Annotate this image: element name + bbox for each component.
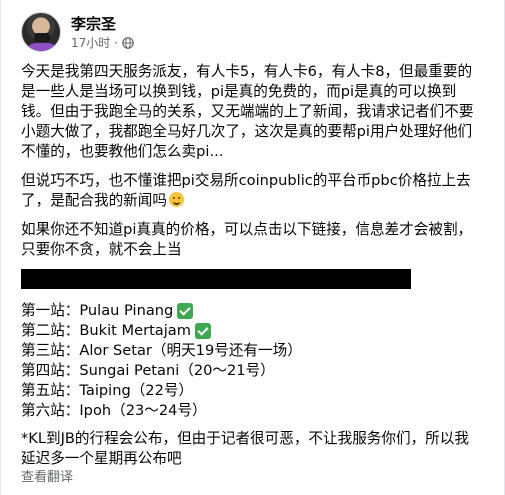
post-subline: 17小时 ·: [71, 35, 134, 51]
post-meta: 李宗圣 17小时 ·: [71, 14, 134, 51]
text-line: 但说巧不巧，也不懂谁把pi交易所coinpublic的平台币pbc价格拉上去: [21, 172, 471, 189]
text-line: 今天是我第四天服务派友，有人卡5，有人卡6，有人卡8，但最重要的: [21, 63, 473, 80]
paragraph-2: 但说巧不巧，也不懂谁把pi交易所coinpublic的平台币pbc价格拉上去 了…: [21, 171, 491, 211]
stop-label: 第三站：Alor Setar（明天19号还有一场）: [21, 342, 302, 359]
check-mark-icon: [194, 323, 211, 339]
stop-item: 第四站：Sungai Petani（20～21号）: [21, 361, 491, 381]
text-line: 延迟多一个星期再公布吧: [21, 450, 182, 467]
post-header: 李宗圣 17小时 ·: [21, 12, 134, 52]
stop-label: 第二站：Bukit Mertajam: [21, 322, 191, 339]
stop-label: 第五站：Taiping（22号）: [21, 382, 194, 399]
post-body: 今天是我第四天服务派友，有人卡5，有人卡6，有人卡8，但最重要的 是一些人是当场…: [21, 62, 491, 478]
facebook-post: 李宗圣 17小时 · 今天是我第四天服务派友，有人卡5，有人卡6，有人卡8，但最…: [0, 0, 505, 495]
smiling-face-icon: [168, 192, 184, 207]
text-line: *KL到JB的行程会公布，但由于记者很可恶，不让我服务你们，所以我: [21, 430, 469, 447]
stop-label: 第四站：Sungai Petani（20～21号）: [21, 362, 275, 379]
post-time[interactable]: 17小时: [71, 35, 110, 51]
stop-item: 第三站：Alor Setar（明天19号还有一场）: [21, 341, 491, 361]
author-name[interactable]: 李宗圣: [71, 14, 134, 34]
stop-item: 第二站：Bukit Mertajam: [21, 321, 491, 341]
paragraph-1: 今天是我第四天服务派友，有人卡5，有人卡6，有人卡8，但最重要的 是一些人是当场…: [21, 62, 491, 162]
text-line-with-emoji: 了，是配合我的新闻吗: [21, 191, 491, 211]
text-line: 小题大做了，我都跑全马好几次了，这次是真的要帮pi用户处理好他们: [21, 123, 473, 140]
redacted-link-bar[interactable]: [21, 269, 411, 289]
text-line: 只要你不贪，就不会上当: [21, 241, 182, 258]
text-line: 如果你还不知道pi真真的价格，可以点击以下链接，信息差才会被割，: [21, 221, 473, 238]
text-line: 钱。但由于我跑全马的关系，又无端端的上了新闻，我请求记者们不要: [21, 103, 474, 120]
paragraph-3: 如果你还不知道pi真真的价格，可以点击以下链接，信息差才会被割， 只要你不贪，就…: [21, 220, 491, 260]
text-line: 是一些人是当场可以换到钱，pi是真的免费的，而pi是真的可以换到: [21, 83, 457, 100]
check-mark-icon: [177, 303, 194, 319]
stops-list: 第一站：Pulau Pinang 第二站：Bukit Mertajam 第三站：Al…: [21, 301, 491, 421]
separator-dot: ·: [114, 35, 119, 50]
stop-item: 第一站：Pulau Pinang: [21, 301, 491, 321]
globe-icon[interactable]: [122, 36, 134, 49]
paragraph-4: *KL到JB的行程会公布，但由于记者很可恶，不让我服务你们，所以我 延迟多一个星…: [21, 429, 491, 469]
text-line: 了，是配合我的新闻吗: [21, 192, 167, 209]
stop-item: 第五站：Taiping（22号）: [21, 381, 491, 401]
stop-label: 第六站：Ipoh（23～24号）: [21, 402, 207, 419]
see-translation-link[interactable]: 查看翻译: [21, 466, 73, 485]
stop-label: 第一站：Pulau Pinang: [21, 302, 174, 319]
text-line: 不懂的，也要教他们怎么卖pi...: [21, 143, 224, 160]
avatar[interactable]: [21, 12, 61, 52]
stop-item: 第六站：Ipoh（23～24号）: [21, 401, 491, 421]
